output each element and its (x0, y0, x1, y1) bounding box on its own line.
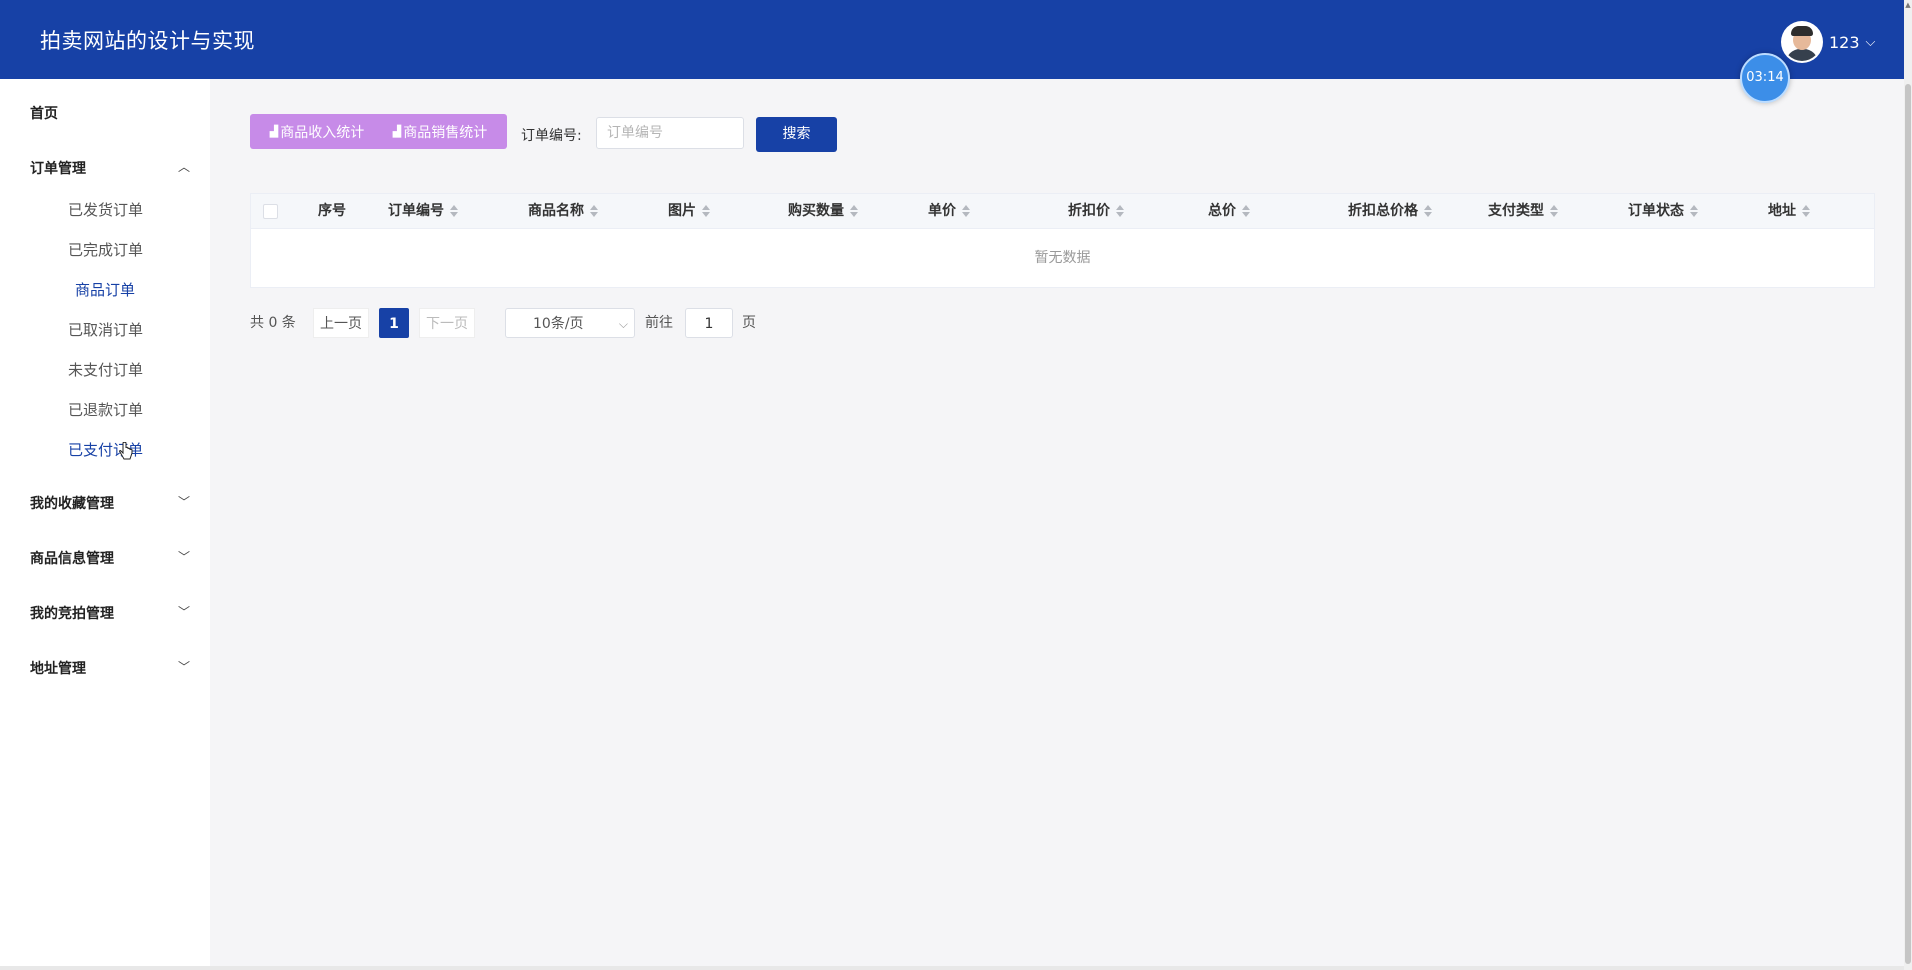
column-header: 序号 (318, 203, 346, 219)
page-number-current[interactable]: 1 (379, 308, 409, 338)
chevron-down-icon[interactable]: ⌵ (1866, 35, 1876, 50)
sort-icon[interactable] (1424, 204, 1432, 218)
sidebar-item-cancelled-orders[interactable]: 已取消订单 (68, 319, 143, 340)
top-bar: 拍卖网站的设计与实现 123 ⌵ (0, 0, 1904, 79)
bottom-edge (0, 966, 1904, 970)
page-jump-input[interactable]: 1 (685, 308, 733, 338)
orders-table: 序号 订单编号 商品名称 图片 购买数量 单价 折扣价 总价 折扣总价格 支付类… (250, 193, 1875, 288)
user-name[interactable]: 123 (1829, 33, 1860, 52)
sidebar-group-product-info[interactable]: 商品信息管理 (30, 548, 114, 568)
sidebar-group-my-bids[interactable]: 我的竞拍管理 (30, 603, 114, 623)
search-button[interactable]: 搜索 (756, 117, 837, 152)
select-all-checkbox[interactable] (263, 204, 278, 219)
sidebar-item-shipped-orders[interactable]: 已发货订单 (68, 199, 143, 220)
prev-page-button[interactable]: 上一页 (313, 308, 369, 338)
page-size-select[interactable]: 10条/页 ⌵ (505, 308, 635, 338)
bar-chart-icon: ▟ (392, 125, 402, 138)
page-suffix-label: 页 (742, 315, 756, 331)
chevron-down-icon[interactable]: ﹀ (178, 493, 190, 510)
table-header: 序号 订单编号 商品名称 图片 购买数量 单价 折扣价 总价 折扣总价格 支付类… (251, 194, 1874, 229)
chevron-down-icon[interactable]: ﹀ (178, 603, 190, 620)
sidebar-group-address[interactable]: 地址管理 (30, 658, 86, 678)
next-page-button[interactable]: 下一页 (419, 308, 475, 338)
column-header[interactable]: 总价 (1208, 194, 1250, 228)
column-header[interactable]: 购买数量 (788, 194, 858, 228)
column-header[interactable]: 折扣总价格 (1348, 194, 1432, 228)
column-header[interactable]: 单价 (928, 194, 970, 228)
chevron-down-icon[interactable]: ﹀ (178, 548, 190, 565)
sort-icon[interactable] (1116, 204, 1124, 218)
column-header[interactable]: 支付类型 (1488, 194, 1558, 228)
sort-icon[interactable] (1690, 204, 1698, 218)
sidebar-item-refunded-orders[interactable]: 已退款订单 (68, 399, 143, 420)
sales-stats-button[interactable]: ▟ 商品销售统计 (373, 114, 507, 149)
sort-icon[interactable] (850, 204, 858, 218)
income-stats-button[interactable]: ▟ 商品收入统计 (250, 114, 384, 149)
sidebar: 首页 订单管理 ︿ 已发货订单 已完成订单 商品订单 已取消订单 未支付订单 已… (0, 79, 210, 970)
scroll-up-icon[interactable]: ▲ (1904, 0, 1912, 10)
user-menu[interactable]: 123 ⌵ (1783, 22, 1875, 62)
sidebar-item-product-orders[interactable]: 商品订单 (75, 279, 135, 300)
column-header[interactable]: 商品名称 (528, 194, 598, 228)
total-count: 共 0 条 (250, 315, 296, 331)
column-header[interactable]: 地址 (1768, 194, 1810, 228)
goto-label: 前往 (645, 315, 673, 331)
empty-state: 暂无数据 (1034, 250, 1091, 266)
sidebar-item-unpaid-orders[interactable]: 未支付订单 (68, 359, 143, 380)
order-no-input[interactable] (596, 117, 744, 149)
bar-chart-icon: ▟ (269, 125, 279, 138)
chevron-down-icon[interactable]: ﹀ (178, 658, 190, 675)
main-content: ▟ 商品收入统计 ▟ 商品销售统计 订单编号: 搜索 序号 订单编号 商品名称 … (210, 79, 1904, 970)
sort-icon[interactable] (450, 204, 458, 218)
scrollbar[interactable]: ▲ (1904, 0, 1912, 970)
scrollbar-thumb[interactable] (1905, 84, 1911, 964)
app-title: 拍卖网站的设计与实现 (40, 29, 255, 53)
sidebar-group-favorites[interactable]: 我的收藏管理 (30, 493, 114, 513)
column-header[interactable]: 图片 (668, 194, 710, 228)
sidebar-item-home[interactable]: 首页 (30, 103, 58, 123)
column-header[interactable]: 折扣价 (1068, 194, 1124, 228)
column-header[interactable]: 订单编号 (388, 194, 458, 228)
sort-icon[interactable] (1242, 204, 1250, 218)
hand-cursor-icon (119, 442, 133, 460)
sort-icon[interactable] (1802, 204, 1810, 218)
timer-badge[interactable]: 03:14 (1740, 53, 1790, 103)
sort-icon[interactable] (1550, 204, 1558, 218)
sort-icon[interactable] (702, 204, 710, 218)
column-header[interactable]: 订单状态 (1628, 194, 1698, 228)
order-no-label: 订单编号: (521, 128, 582, 144)
sort-icon[interactable] (962, 204, 970, 218)
chevron-down-icon: ⌵ (618, 317, 628, 331)
avatar[interactable] (1783, 23, 1821, 61)
chevron-up-icon[interactable]: ︿ (178, 158, 190, 175)
sidebar-item-completed-orders[interactable]: 已完成订单 (68, 239, 143, 260)
sort-icon[interactable] (590, 204, 598, 218)
sidebar-group-orders[interactable]: 订单管理 (30, 158, 86, 178)
